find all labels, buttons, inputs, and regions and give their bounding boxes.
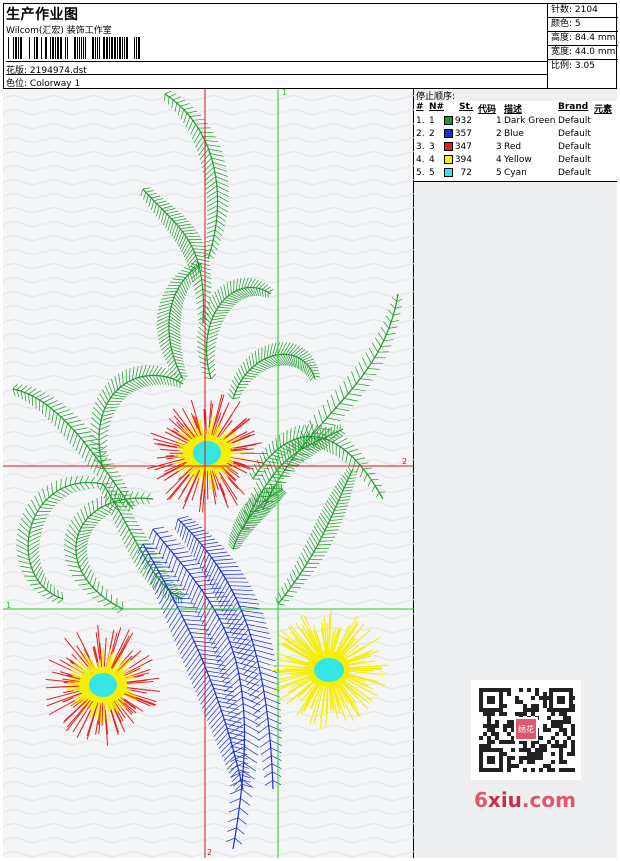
seq-desc: Cyan <box>504 168 527 178</box>
seq-n: 1 <box>429 116 435 126</box>
seq-desc: Yellow <box>504 155 532 165</box>
col-brand: Brand <box>558 102 589 112</box>
stat-height: 高度: 84.4 mm <box>548 31 618 46</box>
seq-idx: 4. <box>416 155 425 165</box>
watermark-prefix: 6 <box>474 788 488 812</box>
sequence-row: 1. 1 1 Dark Green Default 932 <box>414 115 617 128</box>
stat-colors: 颜色: 5 <box>548 17 618 32</box>
guide-label-v2: 2 <box>207 848 212 857</box>
sequence-row: 4. 4 4 Yellow Default 394 <box>414 154 617 167</box>
design-row: 花版: 2194974.dst <box>6 61 547 76</box>
seq-stitches: 347 <box>454 142 472 152</box>
sequence-table: # N# St. 代码 描述 Brand 元素 1. 1 1 Dark Green De… <box>414 101 617 182</box>
watermark-mid: xiu <box>487 788 522 812</box>
stat-stitches: 针数: 2104 <box>548 3 618 18</box>
qr-stamp-text: 绣花 <box>518 724 534 734</box>
seq-code: 2 <box>496 129 502 139</box>
color-swatch <box>444 142 453 151</box>
seq-code: 3 <box>496 142 502 152</box>
seq-idx: 5. <box>416 168 425 178</box>
studio-name: Wilcom(汇宏) 装饰工作室 <box>6 26 112 36</box>
seq-brand: Default <box>558 129 591 139</box>
sequence-row: 3. 3 3 Red Default 347 <box>414 141 617 154</box>
seq-code: 1 <box>496 116 502 126</box>
watermark: 6xiu.com <box>474 788 576 812</box>
header: 生产作业图 Wilcom(汇宏) 装饰工作室 花版: 2194974.dst 色… <box>3 3 618 89</box>
col-desc: 描述 <box>504 105 523 115</box>
stat-width: 宽度: 44.0 mm <box>548 45 618 60</box>
stat-scale: 比例: 3.05 <box>551 61 595 71</box>
seq-idx: 1. <box>416 116 425 126</box>
colorway-label: 色位: <box>6 79 28 89</box>
seq-brand: Default <box>558 142 591 152</box>
sequence-row: 2. 2 2 Blue Default 357 <box>414 128 617 141</box>
color-swatch <box>444 129 453 138</box>
seq-stitches: 72 <box>460 168 472 178</box>
seq-stitches: 357 <box>454 129 472 139</box>
stats-panel: 针数: 2104 颜色: 5 高度: 84.4 mm 宽度: 44.0 mm 比… <box>547 3 618 88</box>
seq-desc: Red <box>504 142 522 152</box>
color-swatch <box>444 155 453 164</box>
seq-desc: Dark Green <box>504 116 556 126</box>
guide-label-h2: 2 <box>402 457 407 466</box>
embroidery-canvas: 1 2 1 2 <box>3 88 414 858</box>
seq-n: 2 <box>429 129 435 139</box>
col-n: N# <box>429 102 445 112</box>
guide-label-v1: 1 <box>282 89 287 97</box>
seq-idx: 3. <box>416 142 425 152</box>
seq-desc: Blue <box>504 129 524 139</box>
qr-code: 绣花 <box>471 680 581 780</box>
seq-code: 4 <box>496 155 502 165</box>
barcode <box>8 37 140 59</box>
colorway-value: Colorway 1 <box>29 79 81 89</box>
watermark-suffix: .com <box>521 788 576 812</box>
colorway-row: 色位: Colorway 1 <box>6 74 547 89</box>
seq-stitches: 394 <box>454 155 472 165</box>
guide-label-h1: 1 <box>6 601 11 610</box>
seq-stitches: 932 <box>454 116 472 126</box>
seq-brand: Default <box>558 116 591 126</box>
seq-code: 5 <box>496 168 502 178</box>
color-swatch <box>444 168 453 177</box>
col-element: 元素 <box>594 105 613 115</box>
col-st: St. <box>459 102 474 112</box>
col-code: 代码 <box>478 105 497 115</box>
seq-brand: Default <box>558 168 591 178</box>
col-idx: # <box>416 102 424 112</box>
seq-brand: Default <box>558 155 591 165</box>
header-info: 生产作业图 Wilcom(汇宏) 装饰工作室 花版: 2194974.dst 色… <box>3 3 547 89</box>
sequence-row: 5. 5 5 Cyan Default 72 <box>414 167 617 180</box>
embroidery-design: 1 2 1 2 <box>3 88 414 858</box>
seq-n: 5 <box>429 168 435 178</box>
page-title: 生产作业图 <box>6 7 79 23</box>
color-swatch <box>444 116 453 125</box>
seq-n: 4 <box>429 155 435 165</box>
seq-idx: 2. <box>416 129 425 139</box>
seq-n: 3 <box>429 142 435 152</box>
